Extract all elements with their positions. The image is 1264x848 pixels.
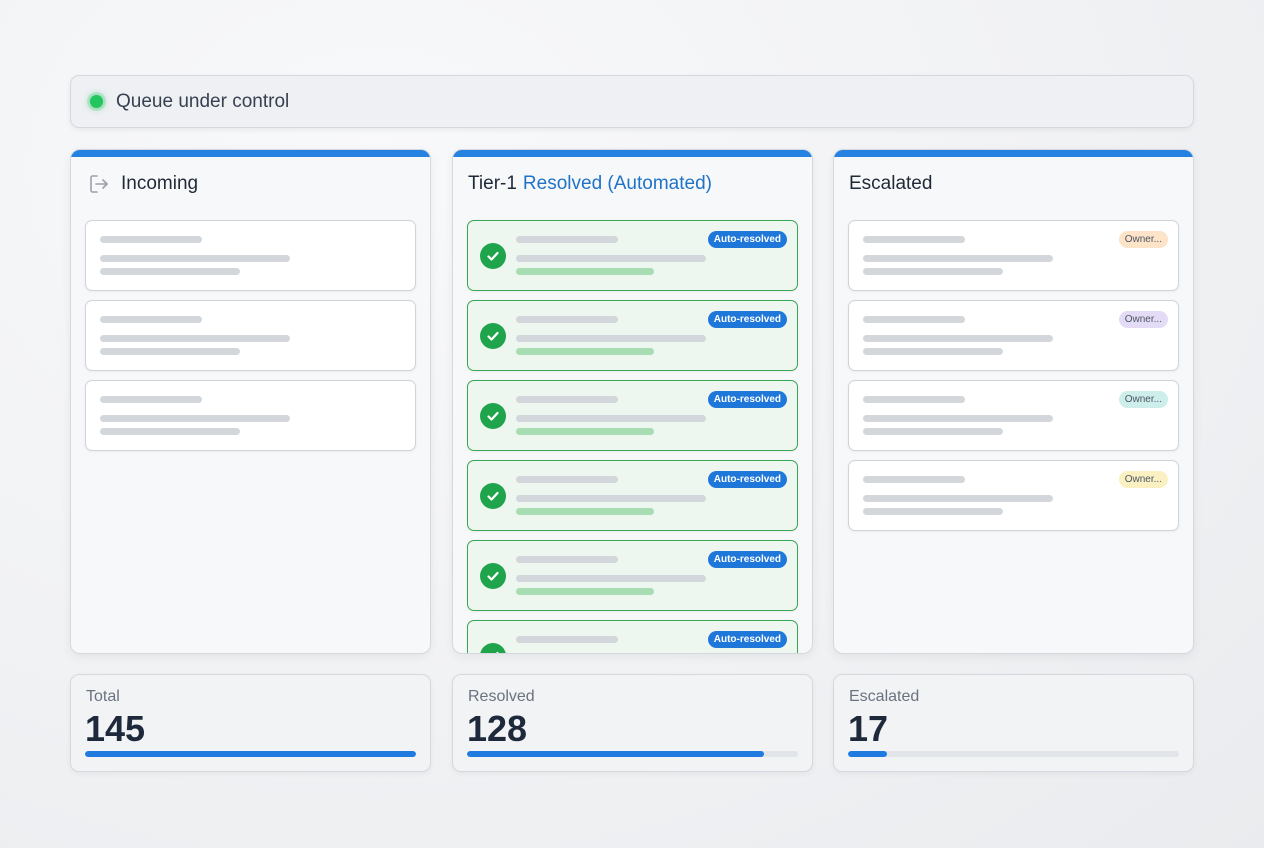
resolved-column: Tier-1 Resolved (Automated) Auto-resolve… — [452, 149, 813, 654]
stat-escalated: Escalated 17 — [833, 674, 1194, 772]
resolved-ticket-card[interactable]: Auto-resolved — [467, 300, 798, 371]
auto-resolved-badge: Auto-resolved — [707, 231, 787, 248]
sign-out-arrow-icon — [90, 175, 108, 193]
progress-track — [467, 751, 798, 757]
placeholder-text-line — [863, 428, 1003, 435]
auto-resolved-badge: Auto-resolved — [707, 551, 787, 568]
stat-value: 145 — [85, 708, 146, 749]
escalated-ticket-card[interactable]: Owner... — [848, 220, 1179, 291]
resolved-title-prefix: Tier-1 — [468, 173, 517, 194]
auto-resolved-badge: Auto-resolved — [707, 471, 787, 488]
placeholder-text-line — [516, 495, 706, 502]
placeholder-text-line — [516, 316, 618, 323]
placeholder-text-line — [516, 588, 654, 595]
stat-resolved: Resolved 128 — [452, 674, 813, 772]
placeholder-text-line — [863, 335, 1053, 342]
queue-status-bar: Queue under control — [70, 75, 1194, 128]
status-text: Queue under control — [116, 90, 290, 112]
ticket-card[interactable] — [85, 220, 416, 291]
status-indicator-dot — [90, 95, 103, 108]
stat-label: Escalated — [849, 688, 920, 705]
placeholder-text-line — [516, 508, 654, 515]
checkmark-icon — [480, 243, 506, 269]
escalated-ticket-card[interactable]: Owner... — [848, 460, 1179, 531]
escalated-header: Escalated — [849, 172, 932, 196]
checkmark-icon — [480, 563, 506, 589]
resolved-ticket-card[interactable]: Auto-resolved — [467, 380, 798, 451]
placeholder-text-line — [863, 268, 1003, 275]
checkmark-icon — [480, 323, 506, 349]
escalated-ticket-card[interactable]: Owner... — [848, 380, 1179, 451]
placeholder-text-line — [863, 508, 1003, 515]
placeholder-text-line — [100, 255, 290, 262]
escalated-title: Escalated — [849, 173, 933, 194]
placeholder-text-line — [863, 236, 965, 243]
ticket-card[interactable] — [85, 300, 416, 371]
owner-badge: Owner... — [1118, 231, 1168, 248]
placeholder-text-line — [516, 236, 618, 243]
placeholder-text-line — [100, 335, 290, 342]
auto-resolved-badge: Auto-resolved — [707, 311, 787, 328]
placeholder-text-line — [863, 476, 965, 483]
progress-fill — [848, 751, 888, 757]
owner-badge: Owner... — [1118, 391, 1168, 408]
placeholder-text-line — [516, 348, 654, 355]
placeholder-text-line — [863, 255, 1053, 262]
placeholder-text-line — [100, 415, 290, 422]
placeholder-text-line — [516, 396, 618, 403]
placeholder-text-line — [863, 316, 965, 323]
placeholder-text-line — [100, 236, 202, 243]
stat-label: Resolved — [468, 688, 535, 705]
incoming-card-list — [85, 220, 416, 460]
placeholder-text-line — [516, 268, 654, 275]
incoming-column: Incoming — [70, 149, 431, 654]
owner-badge: Owner... — [1118, 471, 1168, 488]
progress-track — [85, 751, 416, 757]
incoming-header: Incoming — [86, 172, 198, 196]
resolved-header: Tier-1 Resolved (Automated) — [468, 172, 712, 196]
placeholder-text-line — [516, 428, 654, 435]
placeholder-text-line — [863, 396, 965, 403]
checkmark-icon — [480, 403, 506, 429]
incoming-title: Incoming — [121, 173, 199, 194]
owner-badge: Owner... — [1118, 311, 1168, 328]
resolved-ticket-card[interactable]: Auto-resolved — [467, 620, 798, 653]
ticket-card[interactable] — [85, 380, 416, 451]
checkmark-icon — [480, 643, 506, 653]
placeholder-text-line — [516, 556, 618, 563]
placeholder-text-line — [863, 495, 1053, 502]
placeholder-text-line — [100, 268, 240, 275]
placeholder-text-line — [516, 255, 706, 262]
resolved-ticket-card[interactable]: Auto-resolved — [467, 220, 798, 291]
progress-fill — [85, 751, 416, 757]
placeholder-text-line — [100, 396, 202, 403]
escalated-card-list: Owner... Owner... Owner... Owner... — [848, 220, 1179, 540]
placeholder-text-line — [516, 575, 706, 582]
escalated-column: Escalated Owner... Owner... Owner... Owner.… — [833, 149, 1194, 654]
auto-resolved-badge: Auto-resolved — [707, 391, 787, 408]
placeholder-text-line — [100, 348, 240, 355]
stat-total: Total 145 — [70, 674, 431, 772]
placeholder-text-line — [100, 316, 202, 323]
placeholder-text-line — [516, 476, 618, 483]
progress-track — [848, 751, 1179, 757]
auto-resolved-badge: Auto-resolved — [707, 631, 787, 648]
stat-value: 17 — [848, 708, 889, 749]
resolved-card-list: Auto-resolved Auto-resolved Auto-resolved A… — [467, 220, 798, 653]
resolved-ticket-card[interactable]: Auto-resolved — [467, 460, 798, 531]
placeholder-text-line — [516, 636, 618, 643]
stat-label: Total — [86, 688, 120, 705]
escalated-ticket-card[interactable]: Owner... — [848, 300, 1179, 371]
resolved-ticket-card[interactable]: Auto-resolved — [467, 540, 798, 611]
placeholder-text-line — [863, 348, 1003, 355]
resolved-title-accent: Resolved (Automated) — [522, 173, 712, 194]
placeholder-text-line — [863, 415, 1053, 422]
placeholder-text-line — [100, 428, 240, 435]
stat-value: 128 — [467, 708, 528, 749]
progress-fill — [467, 751, 765, 757]
placeholder-text-line — [516, 415, 706, 422]
checkmark-icon — [480, 483, 506, 509]
placeholder-text-line — [516, 335, 706, 342]
